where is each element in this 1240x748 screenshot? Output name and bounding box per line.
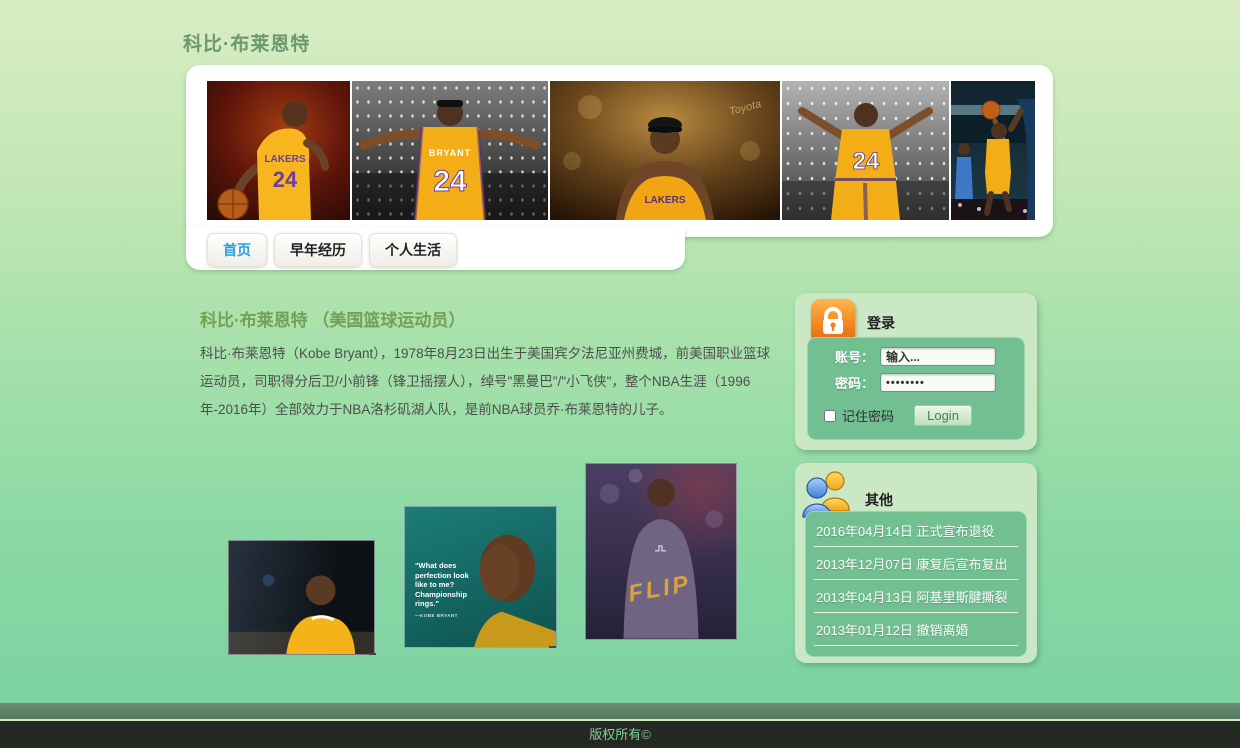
other-title: 其他	[865, 490, 893, 510]
quote-text: "What does perfection look like to me? C…	[415, 561, 481, 620]
svg-text:24: 24	[273, 167, 298, 192]
copyright-text: 版权所有©	[589, 727, 651, 742]
quote-attribution: —KOBE BRYANT	[415, 611, 481, 621]
remember-password-label: 记住密码	[842, 406, 894, 425]
kobe-arms-spread-illustration: 24	[782, 81, 949, 220]
kobe-jumpshot-illustration	[951, 81, 1035, 220]
link-underline-mark	[549, 646, 556, 648]
article-heading: 科比·布莱恩特 （美国篮球运动员）	[200, 306, 465, 331]
carousel-image-kobe-dribbling[interactable]: LAKERS 24	[207, 81, 350, 220]
kobe-dribbling-illustration: LAKERS 24	[207, 81, 350, 220]
gallery-photo-sideline[interactable]	[228, 540, 375, 655]
news-list: 2016年04月14日 正式宣布退役 2013年12月07日 康复后宣布复出 2…	[814, 514, 1018, 646]
link-underline-mark	[369, 653, 376, 655]
article-paragraph: 科比·布莱恩特（Kobe Bryant），1978年8月23日出生于美国宾夕法尼…	[200, 340, 778, 424]
tab-early-years[interactable]: 早年经历	[274, 233, 362, 267]
login-actions-row: 记住密码 Login	[808, 405, 1016, 426]
kobe-arena-illustration: Toyota LAKERS	[550, 81, 780, 220]
svg-text:24: 24	[433, 165, 467, 198]
svg-text:24: 24	[853, 148, 880, 175]
password-input[interactable]	[880, 373, 996, 392]
other-list-panel: 2016年04月14日 正式宣布退役 2013年12月07日 康复后宣布复出 2…	[805, 511, 1027, 657]
login-title: 登录	[867, 313, 895, 333]
hero-card: LAKERS 24 BRYANT 24	[186, 65, 1053, 237]
login-form: 账号： 密码： 记住密码 Login	[807, 337, 1025, 440]
news-item-divorce[interactable]: 2013年01月12日 撤销离婚	[814, 613, 1018, 646]
svg-text:BRYANT: BRYANT	[429, 148, 471, 158]
news-item-achilles[interactable]: 2013年04月13日 阿基里斯腱撕裂	[814, 580, 1018, 613]
kobe-sideline-illustration	[229, 541, 374, 654]
carousel-image-kobe-arena[interactable]: Toyota LAKERS	[550, 81, 780, 220]
quote-line: "What does perfection look like to me? C…	[415, 561, 469, 608]
kobe-warmup-illustration: FLIP	[586, 464, 736, 639]
login-panel: 登录 账号： 密码： 记住密码 Login	[795, 293, 1037, 450]
photo-carousel: LAKERS 24 BRYANT 24	[207, 81, 1035, 220]
account-input[interactable]	[880, 347, 996, 366]
password-label: 密码：	[808, 373, 874, 392]
tab-list: 首页 早年经历 个人生活	[207, 233, 457, 267]
footer: 版权所有©	[0, 721, 1240, 748]
account-label: 账号：	[808, 347, 874, 366]
password-row: 密码：	[808, 373, 1016, 392]
remember-password-checkbox[interactable]	[824, 410, 836, 422]
news-item-comeback[interactable]: 2013年12月07日 康复后宣布复出	[814, 547, 1018, 580]
gallery-photo-quote-poster[interactable]: "What does perfection look like to me? C…	[404, 506, 557, 648]
nav-bar: 首页 早年经历 个人生活	[186, 227, 685, 270]
tab-personal-life[interactable]: 个人生活	[369, 233, 457, 267]
page-title: 科比·布莱恩特	[183, 29, 310, 56]
carousel-image-kobe-back-confetti[interactable]: BRYANT 24	[352, 81, 548, 220]
login-button[interactable]: Login	[914, 405, 972, 426]
svg-text:LAKERS: LAKERS	[644, 195, 685, 206]
other-panel: 其他 2016年04月14日 正式宣布退役 2013年12月07日 康复后宣布复…	[795, 463, 1037, 663]
tab-home[interactable]: 首页	[207, 233, 267, 267]
svg-text:LAKERS: LAKERS	[264, 154, 305, 165]
carousel-image-kobe-arms-spread[interactable]: 24	[782, 81, 949, 220]
gallery-photo-purple-warmup[interactable]: FLIP	[585, 463, 737, 640]
footer-olive-band	[0, 703, 1240, 719]
carousel-image-kobe-jumpshot[interactable]	[951, 81, 1035, 220]
news-item-retirement[interactable]: 2016年04月14日 正式宣布退役	[814, 514, 1018, 547]
account-row: 账号：	[808, 347, 1016, 366]
page-background: 科比·布莱恩特 LAKERS 24	[0, 0, 1240, 748]
kobe-back-illustration: BRYANT 24	[352, 81, 548, 220]
